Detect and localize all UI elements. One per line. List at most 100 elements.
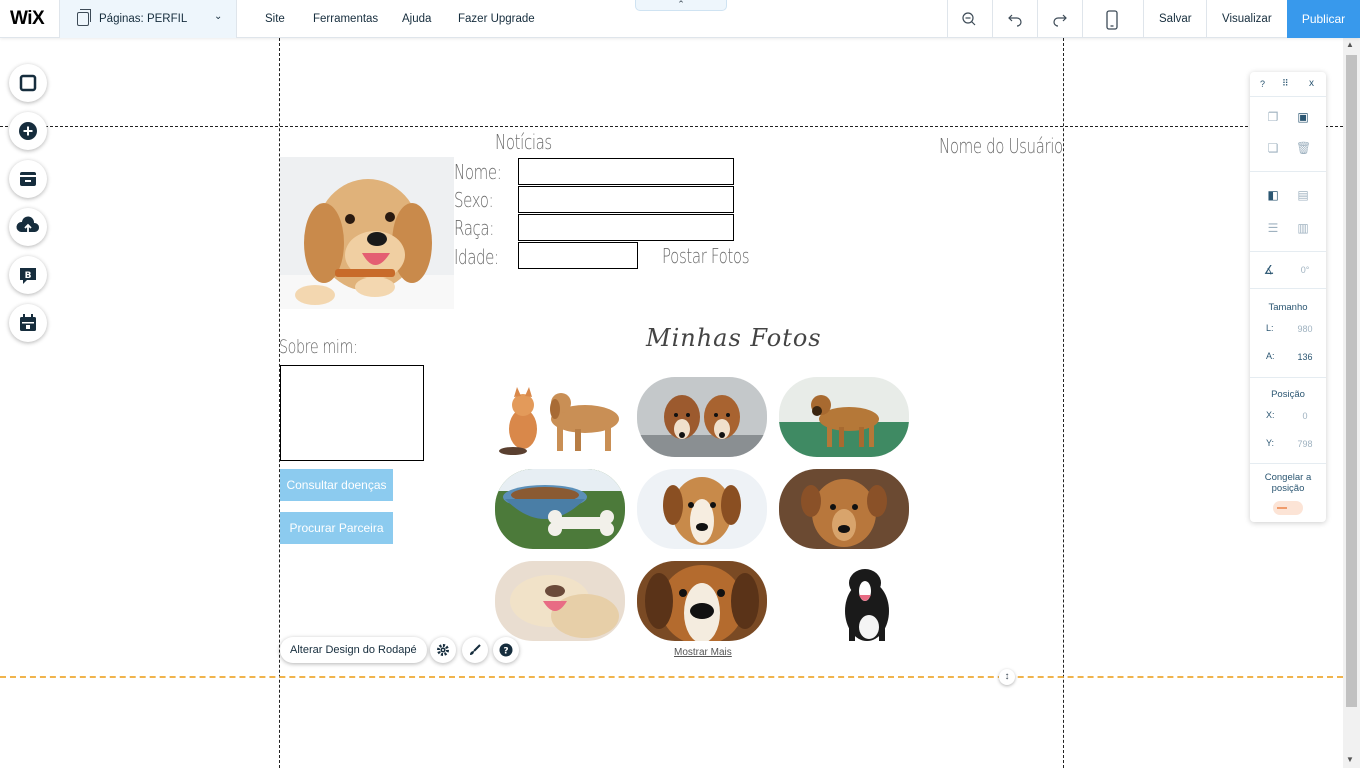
brush-icon: [468, 644, 482, 660]
drag-handle-icon[interactable]: ⠿: [1282, 78, 1289, 89]
post-photos-link[interactable]: Postar Fotos: [662, 244, 750, 268]
align-icon[interactable]: ▤: [1296, 188, 1310, 202]
duplicate-icon[interactable]: ❏: [1266, 141, 1280, 155]
wix-logo[interactable]: WiX: [10, 8, 45, 30]
redo-icon[interactable]: [1051, 10, 1069, 28]
paste-icon[interactable]: ▣: [1296, 110, 1310, 124]
preview-button[interactable]: Visualizar: [1222, 13, 1272, 25]
name-label: Nome:: [454, 160, 502, 184]
user-name[interactable]: Nome do Usuário: [939, 134, 1063, 158]
left-toolbar: B: [9, 64, 49, 352]
menu-site[interactable]: Site: [265, 13, 285, 25]
rotation-value[interactable]: 0°: [1292, 265, 1318, 275]
sex-label: Sexo:: [454, 188, 494, 212]
freeze-toggle[interactable]: [1273, 501, 1303, 515]
gallery-photo[interactable]: [779, 561, 909, 641]
gallery-photo[interactable]: [495, 561, 625, 641]
rotate-icon: ∡: [1263, 263, 1275, 277]
gallery-photo[interactable]: [495, 469, 625, 549]
divider: [1037, 0, 1038, 38]
footer-guide: [0, 676, 1343, 678]
divider: [1206, 0, 1207, 38]
gallery-photo[interactable]: [495, 377, 625, 457]
chevron-down-icon: ⌄: [214, 11, 223, 22]
menu-upgrade[interactable]: Fazer Upgrade: [458, 13, 535, 25]
arrange-icon[interactable]: ◧: [1266, 188, 1280, 202]
breed-label: Raça:: [454, 216, 494, 240]
gallery-photo[interactable]: [779, 469, 909, 549]
header-guide: [0, 126, 1343, 127]
breed-field[interactable]: [518, 214, 734, 241]
y-key: Y:: [1266, 438, 1275, 448]
scrollbar-thumb[interactable]: [1346, 55, 1357, 707]
blog-icon: B: [9, 256, 47, 294]
bookings-button[interactable]: [9, 304, 47, 342]
upload-icon: [9, 208, 47, 246]
inspector-panel: ? ⠿ x ❐ ▣ ❏ 🗑 ◧ ▤ ☰ ▥ ∡ 0° Tamanho L: 98…: [1250, 72, 1326, 522]
divider: [1143, 0, 1144, 38]
age-label: Idade:: [454, 245, 499, 269]
collapse-topbar-button[interactable]: ⌃: [635, 0, 727, 11]
background-icon: [9, 64, 47, 102]
gallery-title[interactable]: Minhas Fotos: [646, 324, 822, 352]
help-button[interactable]: ?: [493, 637, 519, 663]
name-field[interactable]: [518, 158, 734, 185]
gallery-photo[interactable]: [637, 561, 767, 641]
change-footer-design-button[interactable]: Alterar Design do Rodapé: [280, 637, 427, 663]
design-button[interactable]: [462, 637, 488, 663]
add-icon: [9, 112, 47, 150]
height-key: A:: [1266, 351, 1275, 361]
distribute-icon[interactable]: ☰: [1266, 221, 1280, 235]
x-value[interactable]: 0: [1292, 411, 1318, 421]
about-me-field[interactable]: [280, 365, 424, 461]
panel-close-button[interactable]: x: [1309, 78, 1314, 89]
pages-icon: [77, 9, 91, 26]
width-key: L:: [1266, 323, 1274, 333]
panel-help-button[interactable]: ?: [1260, 79, 1265, 89]
background-button[interactable]: [9, 64, 47, 102]
profile-photo[interactable]: [280, 157, 454, 309]
x-key: X:: [1266, 410, 1275, 420]
width-value[interactable]: 980: [1292, 324, 1318, 334]
zoom-out-icon[interactable]: [960, 10, 978, 28]
sex-field[interactable]: [518, 186, 734, 213]
gear-icon: [436, 644, 450, 660]
publish-button[interactable]: Publicar: [1287, 0, 1360, 38]
save-button[interactable]: Salvar: [1159, 13, 1192, 25]
undo-icon[interactable]: [1006, 10, 1024, 28]
menu-tools[interactable]: Ferramentas: [313, 13, 378, 25]
settings-button[interactable]: [430, 637, 456, 663]
gallery-photo[interactable]: [637, 469, 767, 549]
divider: [1082, 0, 1083, 38]
svg-text:?: ?: [503, 647, 508, 657]
position-title: Posição: [1271, 389, 1305, 400]
freeze-label: Congelar a posição: [1264, 472, 1312, 494]
scroll-up-icon[interactable]: ▲: [1346, 40, 1354, 49]
menu-help[interactable]: Ajuda: [402, 13, 431, 25]
editor-topbar: WiX Páginas: PERFIL ⌄ Site Ferramentas A…: [0, 0, 1360, 38]
trash-icon[interactable]: 🗑: [1296, 141, 1311, 155]
bookings-icon: [9, 304, 47, 342]
gallery-photo[interactable]: [637, 377, 767, 457]
section-resize-handle[interactable]: ↕: [999, 669, 1015, 685]
match-size-icon[interactable]: ▥: [1296, 221, 1310, 235]
age-field[interactable]: [518, 242, 638, 269]
mobile-icon[interactable]: [1103, 10, 1121, 30]
find-partner-button[interactable]: Procurar Parceira: [280, 512, 393, 544]
about-me-label: Sobre mim:: [279, 336, 358, 358]
blog-button[interactable]: B: [9, 256, 47, 294]
gallery-photo[interactable]: [779, 377, 909, 457]
news-title[interactable]: Notícias: [495, 130, 552, 154]
pages-dropdown[interactable]: Páginas: PERFIL ⌄: [59, 0, 237, 38]
size-title: Tamanho: [1268, 302, 1308, 313]
upload-button[interactable]: [9, 208, 47, 246]
add-button[interactable]: [9, 112, 47, 150]
app-market-button[interactable]: [9, 160, 47, 198]
help-icon: ?: [499, 643, 513, 660]
copy-icon[interactable]: ❐: [1266, 110, 1280, 124]
height-value[interactable]: 136: [1292, 352, 1318, 362]
consult-diseases-button[interactable]: Consultar doenças: [280, 469, 393, 501]
show-more-link[interactable]: Mostrar Mais: [674, 647, 732, 658]
scroll-down-icon[interactable]: ▼: [1346, 755, 1354, 764]
y-value[interactable]: 798: [1292, 439, 1318, 449]
